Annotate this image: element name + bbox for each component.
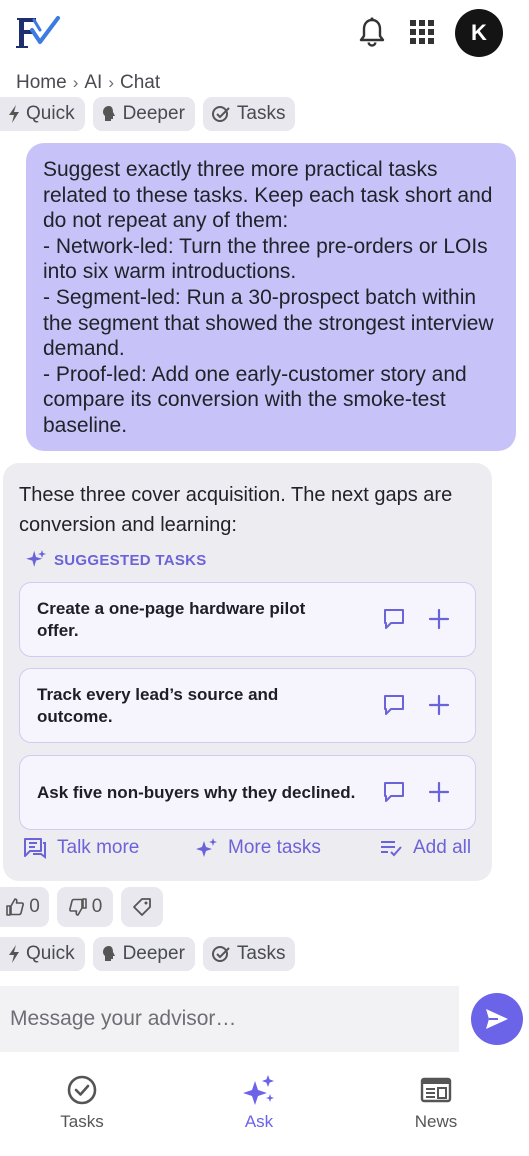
thumbs-up-icon <box>6 898 25 916</box>
suggested-task-card: Create a one-page hardware pilot offer. <box>19 582 476 657</box>
tag-icon <box>133 898 151 916</box>
apps-grid-icon[interactable] <box>407 16 437 48</box>
thumbs-down-button[interactable]: 0 <box>57 887 113 927</box>
suggested-task-text: Track every lead’s source and outcome. <box>37 684 279 726</box>
app-header: K <box>0 0 529 66</box>
send-button[interactable] <box>471 993 523 1045</box>
feedback-bar: 0 0 <box>0 887 163 927</box>
like-count: 0 <box>29 896 40 917</box>
deeper-label: Deeper <box>122 103 185 124</box>
suggested-tasks-label: SUGGESTED TASKS <box>54 551 207 569</box>
deeper-mode-button[interactable]: Deeper <box>92 937 195 971</box>
suggested-task-text: Create a one-page hardware pilot offer. <box>37 598 306 640</box>
thumbs-down-icon <box>68 898 87 916</box>
bell-icon[interactable] <box>357 16 387 48</box>
nav-news-label: News <box>414 1112 458 1131</box>
more-tasks-button[interactable]: More tasks <box>196 837 321 859</box>
app-logo[interactable] <box>14 10 64 56</box>
mode-chips-top: Quick Deeper Tasks <box>0 97 296 131</box>
deeper-mode-button[interactable]: Deeper <box>92 97 195 131</box>
send-icon <box>486 1009 508 1029</box>
breadcrumb: Home › AI › Chat <box>16 72 160 94</box>
dislike-count: 0 <box>91 896 103 917</box>
suggested-task-card: Track every lead’s source and outcome. <box>19 668 476 743</box>
suggested-task-text: Ask five non-buyers why they declined. <box>37 782 356 802</box>
sparkle-icon <box>196 838 217 857</box>
plus-icon[interactable] <box>427 607 451 631</box>
quick-mode-button[interactable]: Quick <box>0 937 85 971</box>
tasks-label: Tasks <box>236 103 286 124</box>
nav-ask-label: Ask <box>244 1112 274 1131</box>
chat-bubble-icon[interactable] <box>382 780 406 804</box>
sparkle-icon <box>26 550 46 567</box>
bolt-icon <box>9 105 19 123</box>
brain-icon <box>102 106 115 121</box>
thumbs-up-button[interactable]: 0 <box>0 887 49 927</box>
breadcrumb-separator: › <box>108 73 114 92</box>
mode-chips-bottom: Quick Deeper Tasks <box>0 937 296 971</box>
user-message: Suggest exactly three more practical tas… <box>26 143 516 451</box>
assistant-actions: Talk more More tasks Add all <box>23 837 475 863</box>
user-avatar[interactable]: K <box>455 9 503 57</box>
tag-button[interactable] <box>121 887 163 927</box>
chat-lines-icon <box>24 838 46 859</box>
bottom-navigation: Tasks Ask News <box>0 1060 529 1156</box>
message-input[interactable] <box>10 986 450 1052</box>
quick-label: Quick <box>26 943 75 964</box>
message-composer <box>0 986 459 1052</box>
add-all-button[interactable]: Add all <box>379 837 471 859</box>
task-check-icon <box>211 106 230 122</box>
chat-bubble-icon[interactable] <box>382 607 406 631</box>
tasks-mode-button[interactable]: Tasks <box>202 937 296 971</box>
quick-label: Quick <box>26 103 75 124</box>
breadcrumb-ai[interactable]: AI <box>84 72 102 94</box>
tasks-mode-button[interactable]: Tasks <box>202 97 296 131</box>
assistant-text: These three cover acquisition. The next … <box>19 484 453 536</box>
nav-tasks[interactable]: Tasks <box>27 1074 137 1132</box>
quick-mode-button[interactable]: Quick <box>0 97 85 131</box>
deeper-label: Deeper <box>122 943 185 964</box>
brain-icon <box>102 946 115 961</box>
breadcrumb-separator: › <box>72 73 79 92</box>
assistant-message: These three cover acquisition. The next … <box>3 463 492 881</box>
plus-icon[interactable] <box>427 693 451 717</box>
chat-bubble-icon[interactable] <box>382 693 406 717</box>
more-tasks-label: More tasks <box>228 837 321 858</box>
playlist-check-icon <box>381 841 402 857</box>
suggested-task-card: Ask five non-buyers why they declined. <box>19 755 476 830</box>
check-circle-icon <box>67 1075 97 1105</box>
breadcrumb-home[interactable]: Home <box>16 72 67 94</box>
talk-more-label: Talk more <box>57 837 140 858</box>
nav-ask[interactable]: Ask <box>204 1074 314 1132</box>
sparkle-icon <box>243 1075 274 1105</box>
talk-more-button[interactable]: Talk more <box>23 837 139 859</box>
task-check-icon <box>211 946 230 962</box>
add-all-label: Add all <box>413 837 472 858</box>
newspaper-icon <box>420 1077 452 1103</box>
nav-news[interactable]: News <box>381 1074 491 1132</box>
tasks-label: Tasks <box>236 943 286 964</box>
logo-mark <box>16 16 60 48</box>
breadcrumb-chat: Chat <box>119 72 161 93</box>
plus-icon[interactable] <box>427 780 451 804</box>
bolt-icon <box>9 945 19 963</box>
nav-tasks-label: Tasks <box>60 1112 104 1131</box>
suggested-tasks-heading: SUGGESTED TASKS <box>25 549 207 571</box>
